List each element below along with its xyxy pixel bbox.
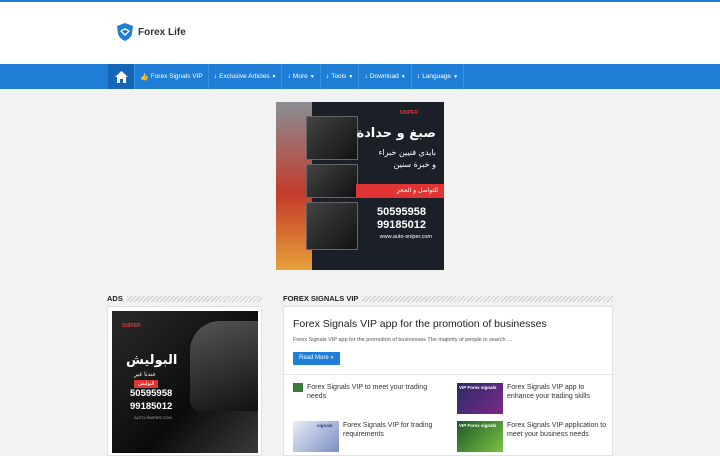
read-more-button[interactable]: Read More » <box>293 352 340 365</box>
post-item[interactable]: VIP Forex signals Forex Signals VIP app … <box>457 383 607 414</box>
arrow-down-icon: ↓ <box>325 73 330 80</box>
caret-down-icon: ▼ <box>271 73 277 80</box>
sidebar-ad-widget: SNIPER البوليش عندنا غير البوليش 5059595… <box>107 306 262 456</box>
nav-item-language[interactable]: ↓ Language ▼ <box>410 64 465 89</box>
title-stripes <box>126 295 262 302</box>
thumbnail-label: signals <box>317 423 333 428</box>
arrow-down-icon: ↓ <box>213 73 218 80</box>
nav-item-exclusive-articles[interactable]: ↓ Exclusive Articles ▼ <box>207 64 282 89</box>
post-thumbnail: signals <box>293 421 339 452</box>
sidebar-title-text: Ads <box>107 294 123 303</box>
sidebar-ad-sub: عندنا غير <box>134 371 157 378</box>
nav-item-label: Language <box>422 73 452 80</box>
arrow-down-icon: ↓ <box>364 73 368 80</box>
main-title-text: Forex Signals VIP <box>283 294 359 303</box>
nav-item-label: Download <box>369 73 399 80</box>
nav-item-label: Exclusive Articles <box>219 73 270 80</box>
car-repaired-image <box>306 202 358 250</box>
nav-item-download[interactable]: ↓ Download ▼ <box>358 64 410 89</box>
nav-item-more[interactable]: ↓ More ▼ <box>281 64 319 89</box>
ad-brand-logo: SNIPER <box>399 110 418 116</box>
sidebar-ad-phone-2: 99185012 <box>130 401 173 412</box>
ad-website: www.auto-sniper.com <box>379 234 432 240</box>
nav-item-label: Tools <box>331 73 347 80</box>
post-thumbnail: VIP Forex signals <box>457 421 503 452</box>
caret-down-icon: ▼ <box>400 73 406 80</box>
sidebar-ad-phone-1: 50595958 <box>130 388 173 399</box>
nav-home-button[interactable] <box>108 64 134 89</box>
nav-item-label: More <box>292 73 308 80</box>
sidebar-ad-banner[interactable]: SNIPER البوليش عندنا غير البوليش 5059595… <box>112 311 258 453</box>
site-header: Forex Life <box>0 2 720 64</box>
post-title[interactable]: Forex Signals VIP application to meet yo… <box>507 421 607 452</box>
post-title[interactable]: Forex Signals VIP to meet your trading n… <box>307 383 443 402</box>
ad-phone-2: 99185012 <box>377 219 426 231</box>
arrow-down-icon: ↓ <box>416 73 421 80</box>
caret-down-icon: ▼ <box>309 73 315 80</box>
thumbnail-label: VIP Forex signals <box>459 385 497 390</box>
title-stripes <box>362 295 613 302</box>
arrow-down-icon: ↓ <box>287 73 291 80</box>
site-logo[interactable]: Forex Life <box>116 22 186 42</box>
nav-item-forex-signals-vip[interactable]: 👍 Forex Signals VIP <box>134 64 208 89</box>
sidebar-ad-headline: البوليش <box>126 353 178 368</box>
thumbs-up-icon: 👍 <box>140 73 149 81</box>
post-thumbnail <box>293 383 303 392</box>
featured-post-excerpt: Forex Signals VIP app for the promotion … <box>293 337 513 343</box>
site-name: Forex Life <box>138 26 186 38</box>
featured-post-title[interactable]: Forex Signals VIP app for the promotion … <box>293 318 547 330</box>
post-item[interactable]: VIP Forex signals Forex Signals VIP appl… <box>457 421 607 452</box>
car-damage-image <box>306 164 358 198</box>
ad-subline-2: و خبرة سنين <box>393 160 436 169</box>
thumbnail-label: VIP Forex signals <box>459 423 497 428</box>
ad-headline: صبغ و حدادة <box>356 126 436 141</box>
car-front-image <box>306 116 358 160</box>
main-navigation: 👍 Forex Signals VIP ↓ Exclusive Articles… <box>0 64 720 89</box>
main-section-title: Forex Signals VIP <box>283 294 613 303</box>
ad-phone-1: 50595958 <box>377 206 426 218</box>
car-headlight-image <box>190 321 258 411</box>
post-title[interactable]: Forex Signals VIP for trading requiremen… <box>343 421 443 452</box>
post-item[interactable]: Forex Signals VIP to meet your trading n… <box>293 383 443 402</box>
caret-down-icon: ▼ <box>453 73 459 80</box>
caret-down-icon: ▼ <box>348 73 354 80</box>
home-icon <box>114 70 128 83</box>
sidebar-section-title: Ads <box>107 294 262 303</box>
sidebar-ad-brand: SNIPER <box>122 323 141 329</box>
shield-logo-icon <box>117 23 133 41</box>
signals-content-box: Forex Signals VIP app for the promotion … <box>283 306 614 456</box>
nav-item-label: Forex Signals VIP <box>150 73 203 80</box>
post-title[interactable]: Forex Signals VIP app to enhance your tr… <box>507 383 607 414</box>
sidebar-ad-website: AUTO-SNIPER.COM <box>134 415 172 420</box>
post-item[interactable]: signals Forex Signals VIP for trading re… <box>293 421 443 452</box>
ad-contact-bar: للتواصل و الحجز <box>356 184 444 198</box>
sidebar-ad-tag: البوليش <box>134 380 159 388</box>
top-banner-ad[interactable]: SNIPER صبغ و حدادة بايدي فنيين خبراء و خ… <box>276 102 444 270</box>
post-thumbnail: VIP Forex signals <box>457 383 503 414</box>
content-divider <box>284 374 614 375</box>
ad-subline-1: بايدي فنيين خبراء <box>378 148 436 157</box>
nav-item-tools[interactable]: ↓ Tools ▼ <box>319 64 359 89</box>
